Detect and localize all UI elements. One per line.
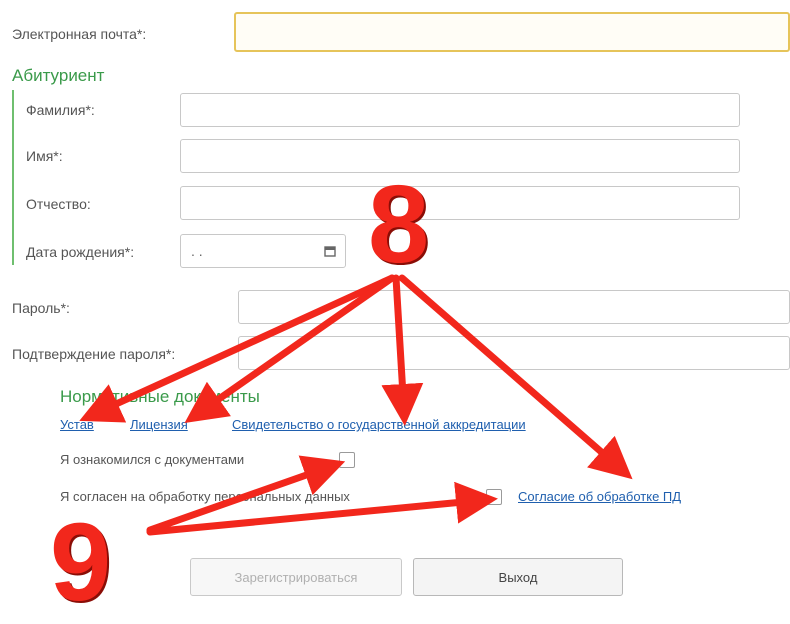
annotation-arrows — [79, 274, 633, 536]
annotation-marker-9: 9 — [50, 501, 112, 624]
annotation-marker-8: 8 — [368, 163, 430, 286]
arrow-8-license — [184, 274, 396, 424]
arrow-8-charter — [79, 274, 396, 423]
arrow-8-accreditation — [381, 274, 424, 426]
arrow-8-consent-link — [398, 274, 633, 480]
